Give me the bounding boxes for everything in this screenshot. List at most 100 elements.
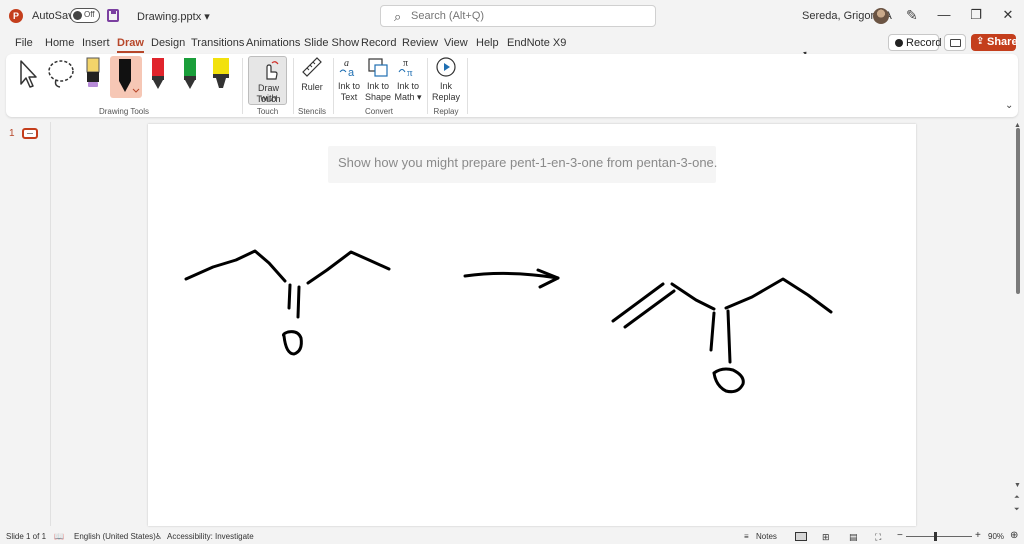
ink-to-shape-icon bbox=[368, 58, 388, 77]
tab-draw[interactable]: Draw bbox=[117, 37, 144, 53]
select-arrow-icon[interactable] bbox=[16, 58, 42, 90]
ribbon-collapse-chevron-icon[interactable]: ⌄ bbox=[1005, 100, 1013, 111]
scrollbar-thumb[interactable] bbox=[1016, 128, 1020, 294]
ink-to-shape-label-1: Ink to bbox=[366, 81, 389, 91]
group-label-convert: Convert bbox=[364, 107, 393, 116]
tab-design[interactable]: Design bbox=[151, 37, 185, 49]
search-input[interactable] bbox=[411, 10, 641, 22]
highlighter-yellow-icon[interactable] bbox=[210, 56, 232, 92]
slide-sorter-view-icon[interactable]: ⊞ bbox=[822, 532, 830, 543]
eraser-icon[interactable] bbox=[83, 56, 103, 92]
ribbon-separator bbox=[293, 58, 294, 114]
scroll-down-arrow-icon[interactable]: ▼ bbox=[1014, 482, 1021, 489]
zoom-out-button[interactable]: − bbox=[897, 530, 903, 541]
ink-to-text-label-2: Text bbox=[340, 92, 358, 102]
search-box[interactable]: ⌕ bbox=[380, 5, 656, 27]
restore-button[interactable]: ❐ bbox=[966, 7, 986, 23]
zoom-level[interactable]: 90% bbox=[988, 532, 1004, 541]
thumbnail-pane-divider[interactable] bbox=[50, 122, 51, 526]
ink-to-text-button[interactable]: a a Ink to Text bbox=[336, 56, 362, 102]
accessibility-icon: ♿ bbox=[155, 532, 163, 541]
ink-replay-label-2: Replay bbox=[431, 92, 460, 102]
ink-to-shape-button[interactable]: Ink to Shape bbox=[365, 56, 391, 102]
ink-stroke-reactant-chain-left bbox=[184, 249, 287, 283]
avatar[interactable] bbox=[873, 8, 889, 24]
ink-stroke-reactant-carbonyl-bond-1 bbox=[287, 283, 292, 310]
slide-canvas[interactable]: Show how you might prepare pent-1-en-3-o… bbox=[148, 124, 916, 526]
zoom-slider-track[interactable] bbox=[906, 536, 972, 537]
powerpoint-logo-icon: P bbox=[9, 9, 23, 23]
record-icon bbox=[895, 39, 903, 47]
language-indicator[interactable]: English (United States) bbox=[74, 532, 156, 541]
slide-counter: Slide 1 of 1 bbox=[6, 532, 47, 541]
tab-file[interactable]: File bbox=[15, 37, 33, 49]
ink-to-math-button[interactable]: π π Ink to Math ▾ bbox=[394, 56, 422, 102]
group-label-replay: Replay bbox=[433, 107, 459, 116]
notes-icon: ≡ bbox=[744, 532, 749, 541]
tab-endnote[interactable]: EndNote X9 bbox=[507, 37, 566, 49]
ink-to-math-label-1: Ink to bbox=[396, 81, 419, 91]
vertical-scrollbar[interactable]: ▲ ▼ ⏶ ⏷ bbox=[1012, 122, 1024, 526]
tab-review[interactable]: Review bbox=[402, 37, 438, 49]
record-button[interactable]: Record bbox=[888, 34, 941, 51]
zoom-slider-thumb[interactable] bbox=[934, 532, 937, 541]
next-slide-icon[interactable]: ⏷ bbox=[1014, 506, 1020, 514]
lasso-select-icon[interactable] bbox=[46, 58, 78, 90]
ribbon-separator bbox=[242, 58, 243, 114]
share-button[interactable]: ⇪ Share bbox=[971, 34, 1018, 51]
ink-replay-label-1: Ink bbox=[439, 81, 452, 91]
accessibility-status[interactable]: Accessibility: Investigate bbox=[167, 532, 254, 541]
ink-stroke-product-carbonyl-bond-2 bbox=[726, 309, 732, 364]
tab-help[interactable]: Help bbox=[476, 37, 499, 49]
ruler-button[interactable]: Ruler bbox=[297, 56, 327, 100]
ink-stroke-product-chain bbox=[670, 282, 716, 311]
ribbon-separator bbox=[427, 58, 428, 114]
svg-text:a: a bbox=[348, 67, 355, 78]
ink-to-shape-label-2: Shape bbox=[365, 92, 392, 102]
save-icon[interactable] bbox=[107, 9, 119, 22]
draw-with-touch-label-2: Touch bbox=[256, 94, 281, 104]
ribbon-separator bbox=[467, 58, 468, 114]
svg-text:π: π bbox=[407, 67, 413, 78]
reading-view-icon[interactable]: ▤ bbox=[849, 532, 858, 543]
touch-hand-icon bbox=[266, 61, 279, 80]
ink-stroke-reaction-arrow-head bbox=[536, 268, 560, 289]
ruler-icon bbox=[302, 57, 322, 77]
toggle-knob bbox=[73, 11, 82, 20]
pen-icon[interactable]: ✎ bbox=[906, 7, 918, 24]
ink-stroke-product-alkene-bond-1 bbox=[611, 282, 665, 323]
autosave-toggle[interactable]: Off bbox=[70, 8, 100, 23]
tab-slide-show[interactable]: Slide Show bbox=[304, 37, 359, 49]
share-label: Share bbox=[987, 36, 1018, 48]
ink-stroke-product-chain-right bbox=[724, 277, 833, 314]
ink-stroke-reaction-arrow-shaft bbox=[463, 271, 560, 280]
comments-button[interactable] bbox=[944, 34, 966, 51]
normal-view-icon[interactable] bbox=[795, 532, 807, 541]
tab-view[interactable]: View bbox=[444, 37, 468, 49]
ink-replay-button[interactable]: Ink Replay bbox=[431, 56, 461, 102]
tab-home[interactable]: Home bbox=[45, 37, 74, 49]
notes-button[interactable]: Notes bbox=[756, 532, 777, 541]
pen-red-icon[interactable] bbox=[148, 56, 168, 92]
document-filename[interactable]: Drawing.pptx ▾ bbox=[137, 10, 210, 23]
previous-slide-icon[interactable]: ⏶ bbox=[1014, 494, 1020, 502]
ribbon-separator bbox=[333, 58, 334, 114]
zoom-in-button[interactable]: + bbox=[975, 530, 981, 541]
tab-record[interactable]: Record bbox=[361, 37, 396, 49]
ink-to-math-icon: π π bbox=[398, 58, 413, 78]
slide-show-view-icon[interactable]: ⛶ bbox=[875, 532, 881, 543]
pen-green-icon[interactable] bbox=[180, 56, 200, 92]
slide-thumbnail[interactable] bbox=[22, 128, 38, 139]
spelling-check-icon[interactable]: 📖 bbox=[54, 532, 64, 541]
ink-drawing-layer[interactable] bbox=[148, 124, 916, 526]
tab-animations[interactable]: Animations bbox=[246, 37, 300, 49]
minimize-button[interactable]: — bbox=[934, 7, 954, 22]
ink-stroke-product-carbonyl-bond-1 bbox=[709, 311, 716, 352]
title-bar: P AutoSave Off Drawing.pptx ▾ ⌕ Sereda, … bbox=[0, 0, 1024, 32]
close-button[interactable]: ✕ bbox=[998, 7, 1018, 23]
draw-with-touch-button[interactable]: Draw with Touch bbox=[248, 56, 287, 105]
tab-transitions[interactable]: Transitions bbox=[191, 37, 244, 49]
tab-insert[interactable]: Insert bbox=[82, 37, 110, 49]
pen-black-selected-bg[interactable] bbox=[110, 56, 142, 98]
fit-slide-icon[interactable]: ⊕ bbox=[1010, 530, 1018, 541]
